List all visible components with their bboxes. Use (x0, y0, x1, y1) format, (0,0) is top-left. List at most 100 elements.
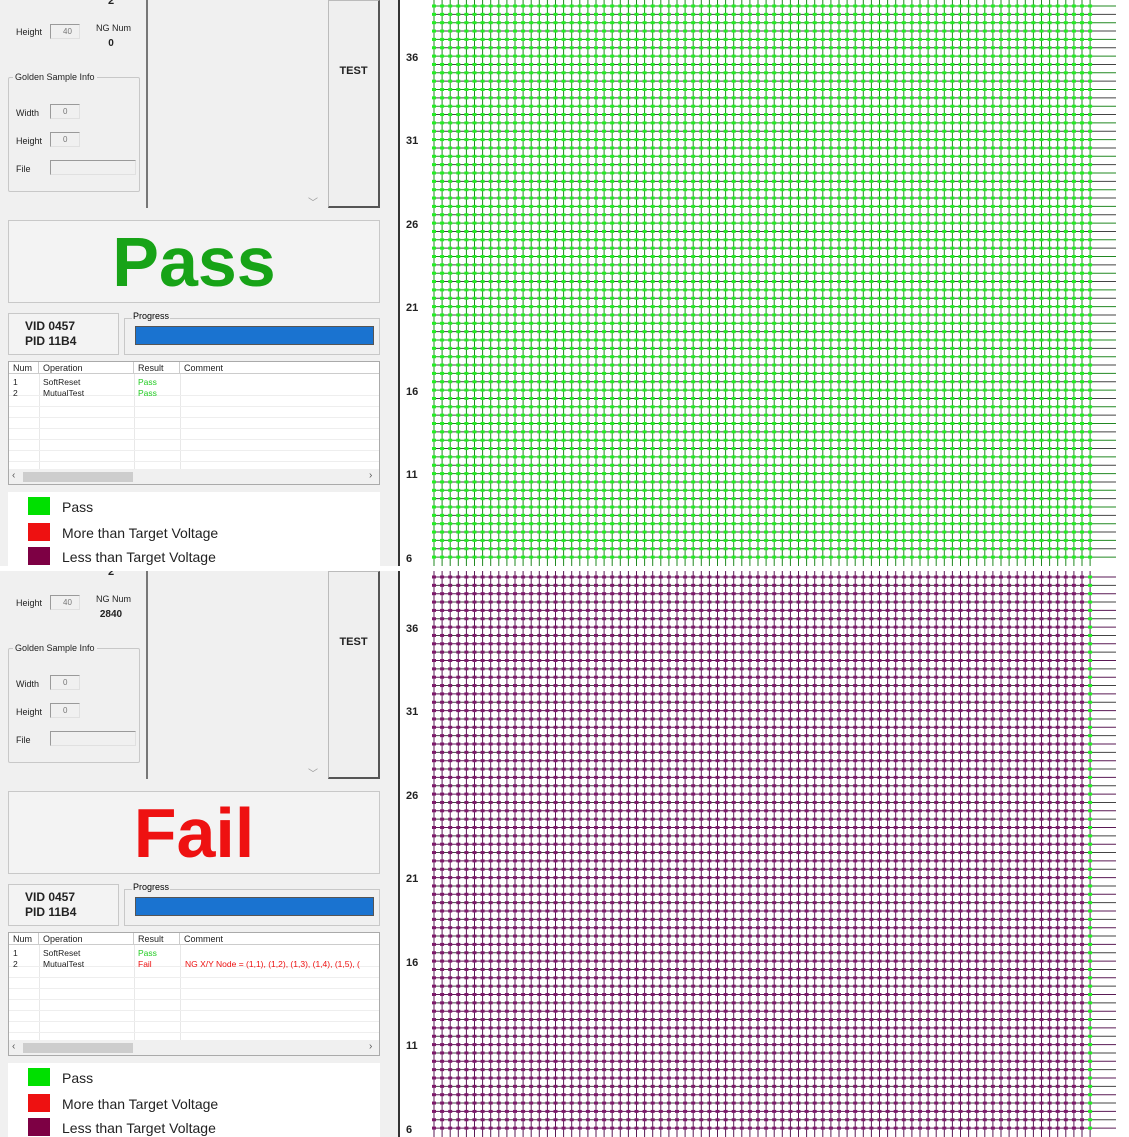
grid-node (440, 230, 444, 233)
grid-node (975, 172, 979, 175)
grid-node (886, 313, 890, 316)
grid-node (934, 180, 938, 183)
grid-node (481, 230, 485, 233)
grid-node (724, 38, 728, 41)
grid-node (448, 372, 452, 375)
grid-node (748, 247, 752, 250)
grid-node (821, 430, 825, 433)
grid-node (529, 355, 533, 358)
grid-node (764, 480, 768, 483)
grid-node (829, 213, 833, 216)
grid-node (464, 489, 468, 492)
grid-node (918, 146, 922, 149)
grid-node (683, 422, 687, 425)
grid-node (878, 113, 882, 116)
grid-node (902, 347, 906, 350)
grid-node (821, 455, 825, 458)
grid-node (1088, 480, 1092, 483)
grid-node (570, 263, 574, 266)
grid-node (707, 263, 711, 266)
grid-node (918, 422, 922, 425)
width-field[interactable]: 0 (50, 104, 80, 119)
col-header-num[interactable]: Num (9, 362, 39, 374)
test-button[interactable]: TEST (328, 0, 380, 208)
grid-node (464, 213, 468, 216)
file-field[interactable] (50, 160, 136, 175)
grid-node (780, 222, 784, 225)
grid-node (513, 430, 517, 433)
grid-node (578, 347, 582, 350)
grid-node (683, 480, 687, 483)
grid-node (651, 113, 655, 116)
grid-node (594, 96, 598, 99)
grid-node (1031, 121, 1035, 124)
grid-node (1048, 113, 1052, 116)
grid-node (537, 197, 541, 200)
grid-node (845, 464, 849, 467)
grid-node (618, 247, 622, 250)
grid-node (643, 380, 647, 383)
grid-node (505, 297, 509, 300)
grid-node (942, 238, 946, 241)
grid-node (886, 146, 890, 149)
grid-node (618, 372, 622, 375)
grid-node (716, 255, 720, 258)
grid-node (554, 455, 558, 458)
grid-node (1072, 464, 1076, 467)
grid-node (505, 163, 509, 166)
grid-node (1015, 138, 1019, 141)
grid-node (554, 238, 558, 241)
grid-node (545, 38, 549, 41)
grid-node (724, 46, 728, 49)
grid-node (861, 355, 865, 358)
grid-node (626, 172, 630, 175)
grid-node (918, 163, 922, 166)
grid-node (659, 355, 663, 358)
grid-node (902, 238, 906, 241)
grid-node (651, 155, 655, 158)
chevron-right-icon[interactable]: › (369, 470, 372, 481)
height-field[interactable]: 40 (50, 24, 80, 39)
scroll-thumb[interactable] (23, 472, 133, 482)
grid-node (578, 130, 582, 133)
grid-node (724, 80, 728, 83)
grid-node (1088, 80, 1092, 83)
grid-node (440, 389, 444, 392)
grid-node (651, 397, 655, 400)
grid-node (967, 313, 971, 316)
grid-node (797, 205, 801, 208)
grid-node (1064, 263, 1068, 266)
col-header-result[interactable]: Result (134, 362, 180, 374)
grid-node (950, 272, 954, 275)
grid-node (1048, 138, 1052, 141)
grid-node (618, 313, 622, 316)
grid-node (497, 405, 501, 408)
chevron-left-icon[interactable]: ‹ (12, 470, 15, 481)
grid-node (481, 330, 485, 333)
grid-node (805, 96, 809, 99)
grid-node (432, 71, 436, 74)
grid-node (643, 230, 647, 233)
col-header-operation[interactable]: Operation (39, 362, 134, 374)
grid-node (675, 213, 679, 216)
grid-node (845, 405, 849, 408)
log-scroll-area[interactable]: ﹀ (146, 0, 324, 208)
col-header-comment[interactable]: Comment (180, 362, 379, 374)
grid-node (554, 80, 558, 83)
grid-node (1015, 205, 1019, 208)
grid-node (505, 197, 509, 200)
grid-node (1056, 405, 1060, 408)
grid-node (724, 472, 728, 475)
grid-node (521, 230, 525, 233)
grid-node (910, 197, 914, 200)
grid-node (886, 405, 890, 408)
table-hscrollbar[interactable]: ‹ › (9, 469, 379, 484)
grid-node (1040, 180, 1044, 183)
chevron-down-icon[interactable]: ﹀ (308, 194, 318, 209)
grid-node (837, 180, 841, 183)
grid-node (1064, 489, 1068, 492)
grid-node (821, 138, 825, 141)
grid-node (772, 46, 776, 49)
gs-height-field[interactable]: 0 (50, 132, 80, 147)
grid-node (991, 146, 995, 149)
